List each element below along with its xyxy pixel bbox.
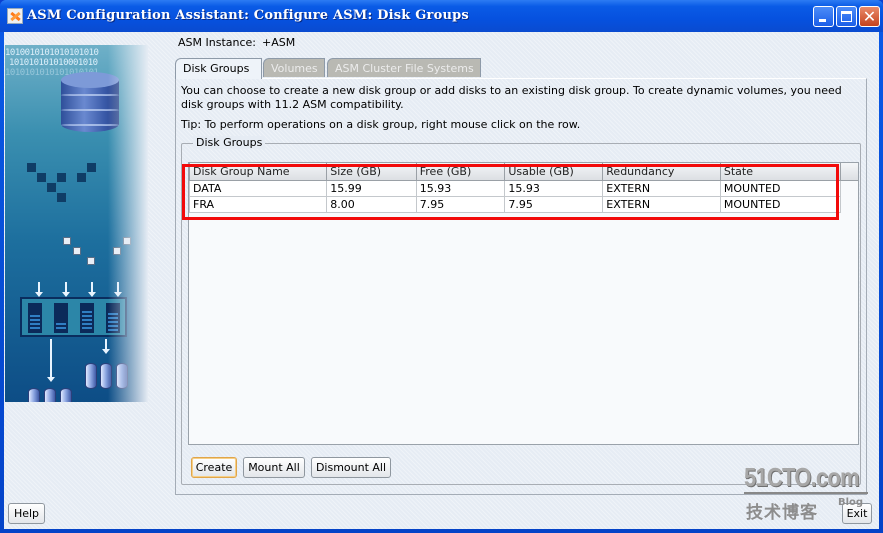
- column-header-name[interactable]: Disk Group Name: [188, 163, 328, 181]
- asm-instance-label: ASM Instance:: [178, 36, 256, 49]
- cell-usable: 15.93: [504, 179, 604, 197]
- disk-icon: [28, 388, 40, 402]
- cell-size: 15.99: [326, 179, 417, 197]
- document-icon: [73, 247, 81, 255]
- cell-usable: 7.95: [504, 195, 604, 213]
- app-window: ASM Configuration Assistant: Configure A…: [0, 0, 883, 533]
- column-header-filler: [840, 163, 858, 181]
- document-icon: [87, 257, 95, 265]
- column-header-free[interactable]: Free (GB): [415, 163, 506, 181]
- cell-state: MOUNTED: [719, 195, 842, 213]
- table-header-row: Disk Group Name Size (GB) Free (GB) Usab…: [188, 163, 858, 181]
- watermark-divider: [744, 492, 868, 494]
- grid-block-icon: [47, 183, 56, 192]
- document-icon: [63, 237, 71, 245]
- app-icon: [7, 8, 23, 24]
- grid-block-icon: [77, 173, 86, 182]
- mount-all-button[interactable]: Mount All: [243, 457, 305, 478]
- cell-free: 15.93: [415, 179, 506, 197]
- disk-icon: [85, 363, 97, 389]
- table-row[interactable]: FRA 8.00 7.95 7.95 EXTERN MOUNTED: [188, 195, 858, 213]
- arrow-down-icon: [102, 339, 110, 354]
- close-icon: ✕: [862, 7, 877, 26]
- grid-block-icon: [57, 193, 66, 202]
- watermark-logo: 51CTO.com: [744, 462, 860, 492]
- tip-text: Tip: To perform operations on a disk gro…: [181, 118, 581, 131]
- asm-instance-value: +ASM: [262, 36, 296, 49]
- tab-volumes[interactable]: Volumes: [263, 58, 325, 77]
- intro-text: You can choose to create a new disk grou…: [181, 84, 842, 111]
- watermark-subtitle: 技术博客: [746, 503, 818, 523]
- table-row[interactable]: DATA 15.99 15.93 15.93 EXTERN MOUNTED: [188, 179, 858, 197]
- cell-name: FRA: [188, 195, 328, 213]
- close-button[interactable]: ✕: [859, 6, 880, 27]
- create-button[interactable]: Create: [191, 457, 237, 478]
- disk-groups-table[interactable]: Disk Group Name Size (GB) Free (GB) Usab…: [188, 162, 859, 445]
- maximize-button[interactable]: [836, 6, 857, 27]
- grid-block-icon: [57, 173, 66, 182]
- cell-redundancy: EXTERN: [602, 195, 721, 213]
- disk-icon: [60, 388, 72, 402]
- arrow-down-icon: [35, 282, 43, 297]
- help-button[interactable]: Help: [8, 503, 45, 524]
- minimize-button[interactable]: [813, 6, 834, 27]
- tab-disk-groups[interactable]: Disk Groups: [175, 58, 262, 79]
- grid-block-icon: [87, 163, 96, 172]
- watermark-tag: Blog: [838, 497, 864, 508]
- dismount-all-button[interactable]: Dismount All: [311, 457, 391, 478]
- cell-free: 7.95: [415, 195, 506, 213]
- column-header-size[interactable]: Size (GB): [326, 163, 417, 181]
- binary-text: 101010101010001010: [9, 58, 98, 68]
- column-header-state[interactable]: State: [719, 163, 842, 181]
- column-header-usable[interactable]: Usable (GB): [504, 163, 604, 181]
- cell-state: MOUNTED: [719, 179, 842, 197]
- grid-block-icon: [37, 173, 46, 182]
- cell-name: DATA: [188, 179, 328, 197]
- arrow-down-icon: [47, 339, 55, 382]
- title-bar[interactable]: ASM Configuration Assistant: Configure A…: [0, 0, 883, 32]
- arrow-down-icon: [62, 282, 70, 297]
- window-title: ASM Configuration Assistant: Configure A…: [27, 8, 469, 23]
- cell-filler: [840, 196, 858, 212]
- cell-filler: [840, 180, 858, 196]
- wizard-banner-image: 1010010101010101010 101010101010001010 1…: [5, 45, 148, 402]
- disk-groups-legend: Disk Groups: [193, 136, 266, 149]
- binary-text: 1010010101010101010: [5, 48, 99, 58]
- tab-asm-cluster-file-systems[interactable]: ASM Cluster File Systems: [327, 58, 481, 77]
- cell-redundancy: EXTERN: [602, 179, 721, 197]
- disk-icon: [44, 388, 56, 402]
- arrow-down-icon: [88, 282, 96, 297]
- cell-size: 8.00: [326, 195, 417, 213]
- grid-block-icon: [27, 163, 36, 172]
- column-header-redundancy[interactable]: Redundancy: [602, 163, 721, 181]
